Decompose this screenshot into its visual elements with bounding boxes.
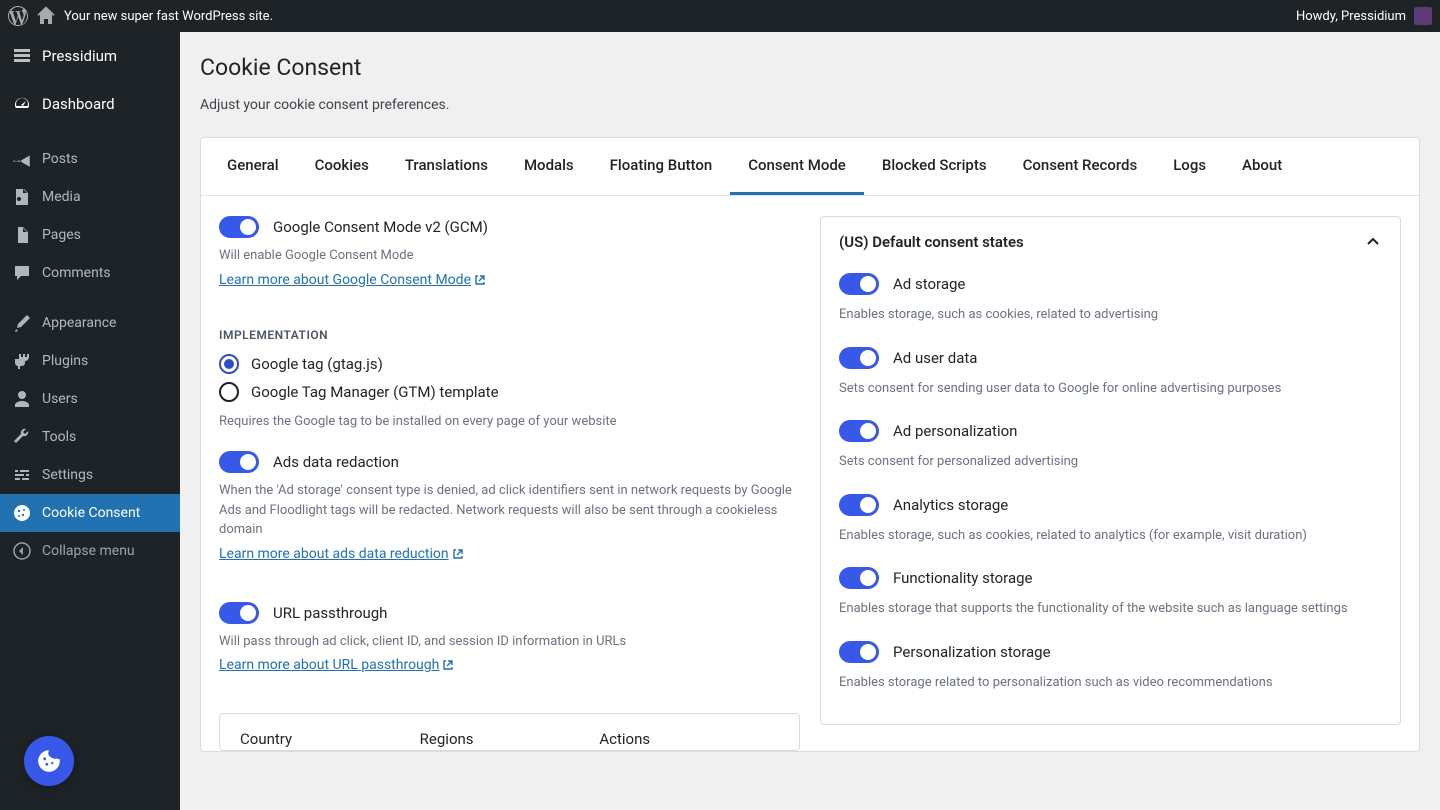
plug-icon [12,351,32,371]
ads-redaction-toggle[interactable] [219,451,259,473]
tab-consent-mode[interactable]: Consent Mode [730,138,864,195]
tab-modals[interactable]: Modals [506,138,592,195]
floating-cookie-button[interactable] [24,736,74,786]
sidebar-item-plugins[interactable]: Plugins [0,342,180,380]
col-regions: Regions [420,730,600,748]
card-title: (US) Default consent states [839,233,1024,251]
regions-table: Country Regions Actions [219,713,800,751]
url-passthrough-label: URL passthrough [273,604,387,622]
media-icon [12,187,32,207]
impl-desc: Requires the Google tag to be installed … [219,412,800,432]
home-icon[interactable] [36,6,56,26]
main-content: Cookie Consent Adjust your cookie consen… [180,32,1440,810]
tabs: General Cookies Translations Modals Floa… [201,138,1419,196]
wordpress-icon[interactable] [8,6,28,26]
personalization-storage-toggle[interactable] [839,641,879,663]
external-link-icon [452,548,464,560]
ads-redaction-desc: When the 'Ad storage' consent type is de… [219,481,800,540]
gcm-toggle[interactable] [219,216,259,238]
ad-personalization-toggle[interactable] [839,420,879,442]
cookie-fab-icon [36,748,62,774]
radio-checked-icon [219,354,239,374]
sidebar-item-users[interactable]: Users [0,380,180,418]
col-country: Country [240,730,420,748]
analytics-storage-toggle[interactable] [839,494,879,516]
admin-bar: Your new super fast WordPress site. Howd… [0,0,1440,32]
sidebar-item-pages[interactable]: Pages [0,216,180,254]
gcm-link[interactable]: Learn more about Google Consent Mode [219,272,486,288]
radio-unchecked-icon [219,382,239,402]
ad-user-data-toggle[interactable] [839,347,879,369]
comment-icon [12,263,32,283]
tab-cookies[interactable]: Cookies [297,138,387,195]
sidebar-item-appearance[interactable]: Appearance [0,304,180,342]
sidebar-item-tools[interactable]: Tools [0,418,180,456]
sidebar-collapse[interactable]: Collapse menu [0,532,180,570]
cookie-icon [12,503,32,523]
external-link-icon [474,274,486,286]
tab-consent-records[interactable]: Consent Records [1005,138,1156,195]
default-consent-card: (US) Default consent states Ad storage E… [820,216,1401,725]
pressidium-icon [12,46,32,66]
avatar[interactable] [1414,7,1432,25]
collapse-icon [12,541,32,561]
greeting[interactable]: Howdy, Pressidium [1296,9,1406,24]
url-passthrough-toggle[interactable] [219,602,259,624]
sidebar-item-dashboard[interactable]: Dashboard [0,80,180,128]
impl-gtag-radio[interactable]: Google tag (gtag.js) [219,354,800,374]
url-passthrough-desc: Will pass through ad click, client ID, a… [219,632,800,652]
ad-storage-toggle[interactable] [839,273,879,295]
col-actions: Actions [599,730,779,748]
url-passthrough-link[interactable]: Learn more about URL passthrough [219,657,454,673]
user-icon [12,389,32,409]
sidebar-item-settings[interactable]: Settings [0,456,180,494]
impl-gtm-radio[interactable]: Google Tag Manager (GTM) template [219,382,800,402]
sidebar-item-comments[interactable]: Comments [0,254,180,292]
brush-icon [12,313,32,333]
page-subtitle: Adjust your cookie consent preferences. [200,97,1420,113]
sidebar-item-media[interactable]: Media [0,178,180,216]
sidebar-item-posts[interactable]: Posts [0,140,180,178]
chevron-up-icon [1364,233,1382,251]
settings-panel: General Cookies Translations Modals Floa… [200,137,1420,752]
implementation-heading: IMPLEMENTATION [219,328,800,342]
tab-translations[interactable]: Translations [387,138,506,195]
site-name[interactable]: Your new super fast WordPress site. [64,9,273,24]
functionality-storage-toggle[interactable] [839,567,879,589]
dashboard-icon [12,94,32,114]
sidebar-item-cookie-consent[interactable]: Cookie Consent [0,494,180,532]
page-title: Cookie Consent [200,54,1420,81]
gcm-label: Google Consent Mode v2 (GCM) [273,218,488,236]
sliders-icon [12,465,32,485]
ads-redaction-label: Ads data redaction [273,453,399,471]
admin-sidebar: Pressidium Dashboard Posts Media Pages C… [0,32,180,810]
pin-icon [12,149,32,169]
tab-about[interactable]: About [1224,138,1300,195]
tab-blocked-scripts[interactable]: Blocked Scripts [864,138,1005,195]
tab-floating-button[interactable]: Floating Button [592,138,731,195]
card-header[interactable]: (US) Default consent states [821,217,1400,267]
sidebar-item-pressidium[interactable]: Pressidium [0,32,180,80]
tab-general[interactable]: General [209,138,297,195]
gcm-desc: Will enable Google Consent Mode [219,246,800,266]
page-icon [12,225,32,245]
tab-logs[interactable]: Logs [1155,138,1224,195]
ads-redaction-link[interactable]: Learn more about ads data reduction [219,546,464,562]
wrench-icon [12,427,32,447]
external-link-icon [442,659,454,671]
